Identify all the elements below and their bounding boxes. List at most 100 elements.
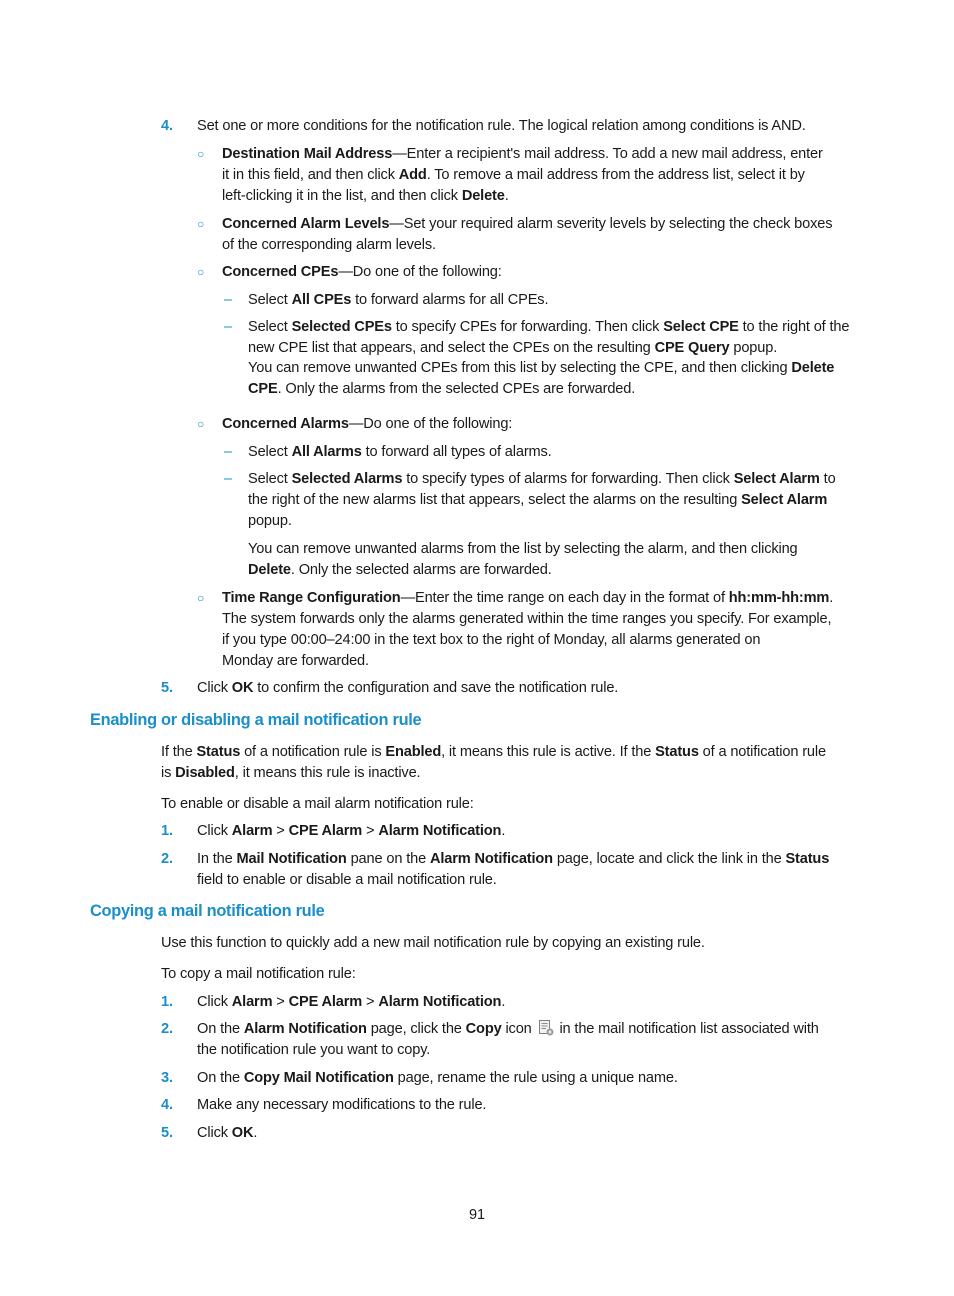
option-note-line: You can remove unwanted alarms from the … (248, 539, 798, 560)
text-run: of the corresponding alarm levels. (222, 237, 436, 253)
option-line: Select All CPEs to forward alarms for al… (248, 290, 549, 311)
text-run: to specify types of alarms for forwardin… (402, 471, 734, 487)
ui-term: Disabled (175, 765, 235, 781)
ui-term: CPE (248, 381, 278, 397)
text-run: To enable or disable a mail alarm notifi… (161, 796, 474, 812)
ui-term: Alarm (231, 823, 273, 839)
text-run: of a notification rule is (240, 744, 386, 760)
option-line: popup. (248, 511, 292, 532)
step-text: Click Alarm > CPE Alarm > Alarm Notifica… (197, 821, 505, 842)
ui-term: All Alarms (291, 444, 362, 460)
step-number: 5. (161, 1125, 173, 1141)
text-run: page, locate and click the link in the (552, 851, 786, 867)
text-run: to confirm the configuration and save th… (253, 680, 619, 696)
text-run: On the (197, 1021, 244, 1037)
text-run: to specify CPEs for forwarding. Then cli… (391, 319, 664, 335)
condition-line: Concerned Alarms—Do one of the following… (222, 414, 512, 435)
text-run: Click (197, 994, 232, 1010)
text-run: in the mail notification list associated… (555, 1021, 819, 1037)
text-run: —Enter a recipient's mail address. To ad… (392, 146, 823, 162)
text-run: to forward all types of alarms. (361, 444, 552, 460)
text-run: On the (197, 1070, 244, 1086)
text-run: the notification rule you want to copy. (197, 1042, 431, 1058)
ui-term: OK (231, 680, 254, 696)
step-number: 5. (161, 680, 173, 696)
ui-term: Alarm (231, 994, 273, 1010)
text-run: Select (248, 292, 292, 308)
section-heading: Enabling or disabling a mail notificatio… (90, 711, 422, 729)
text-run: . To remove a mail address from the addr… (426, 167, 805, 183)
bullet-circle-icon: ○ (197, 417, 205, 431)
option-line: Select Selected Alarms to specify types … (248, 469, 836, 490)
option-line: new CPE list that appears, and select th… (248, 338, 777, 359)
text-run: icon (501, 1021, 536, 1037)
text-run: > (362, 823, 379, 839)
text-run: . (501, 994, 506, 1010)
section-heading: Copying a mail notification rule (90, 902, 325, 920)
text-run: left-clicking it in the list, and then c… (222, 188, 462, 204)
step-text: Set one or more conditions for the notif… (197, 116, 806, 137)
condition-term: Concerned Alarms (222, 416, 349, 432)
text-run: > (272, 994, 289, 1010)
step-number: 2. (161, 1021, 173, 1037)
ui-term: CPE Query (654, 340, 730, 356)
condition-line: Destination Mail Address—Enter a recipie… (222, 144, 823, 165)
text-run: is (161, 765, 176, 781)
text-run: You can remove unwanted alarms from the … (248, 541, 798, 557)
text-run: popup. (729, 340, 778, 356)
ui-term: Alarm Notification (378, 823, 502, 839)
ui-term: hh:mm-hh:mm (728, 590, 830, 606)
option-line: the right of the new alarms list that ap… (248, 490, 827, 511)
text-run: to forward alarms for all CPEs. (351, 292, 549, 308)
condition-term: Concerned CPEs (222, 264, 339, 280)
bullet-circle-icon: ○ (197, 591, 205, 605)
copy-icon (538, 1020, 554, 1036)
step-text: In the Mail Notification pane on the Ala… (197, 849, 829, 870)
step-number: 3. (161, 1070, 173, 1086)
text-run: . Only the alarms from the selected CPEs… (277, 381, 636, 397)
condition-line: Concerned Alarm Levels—Set your required… (222, 214, 833, 235)
paragraph-line: To copy a mail notification rule: (161, 964, 356, 985)
ui-term: Delete (461, 188, 505, 204)
ui-term: Status (196, 744, 241, 760)
option-line: Select All Alarms to forward all types o… (248, 442, 552, 463)
text-run: > (362, 994, 379, 1010)
text-run: —Set your required alarm severity levels… (389, 216, 833, 232)
condition-line: Concerned CPEs—Do one of the following: (222, 262, 502, 283)
text-run: . (253, 1125, 258, 1141)
text-run: —Do one of the following: (338, 264, 502, 280)
text-run: , it means this rule is inactive. (234, 765, 421, 781)
ui-term: Selected CPEs (291, 319, 392, 335)
bullet-dash-icon: – (224, 444, 232, 460)
text-run: . (504, 188, 509, 204)
bullet-circle-icon: ○ (197, 147, 205, 161)
text-run: —Do one of the following: (348, 416, 513, 432)
bullet-circle-icon: ○ (197, 217, 205, 231)
text-run: if you type 00:00–24:00 in the text box … (222, 632, 761, 648)
text-run: pane on the (346, 851, 430, 867)
text-run: Select (248, 444, 292, 460)
ui-term: Copy (465, 1021, 502, 1037)
step-number: 1. (161, 823, 173, 839)
option-note-line: Delete. Only the selected alarms are for… (248, 560, 552, 581)
text-run: Make any necessary modifications to the … (197, 1097, 487, 1113)
text-run: You can remove unwanted CPEs from this l… (248, 360, 792, 376)
condition-line: left-clicking it in the list, and then c… (222, 186, 509, 207)
text-run: Monday are forwarded. (222, 653, 369, 669)
ui-term: Alarm Notification (243, 1021, 367, 1037)
step-text: Click Alarm > CPE Alarm > Alarm Notifica… (197, 992, 505, 1013)
page-number: 91 (469, 1207, 485, 1223)
ui-term: Add (398, 167, 427, 183)
text-run: If the (161, 744, 197, 760)
ui-term: Status (785, 851, 830, 867)
ui-term: Select CPE (663, 319, 739, 335)
ui-term: Delete (791, 360, 835, 376)
step-number: 4. (161, 118, 173, 134)
text-run: the right of the new alarms list that ap… (248, 492, 742, 508)
condition-line: Time Range Configuration—Enter the time … (222, 588, 833, 609)
step-text: Click OK to confirm the configuration an… (197, 678, 618, 699)
text-run: Click (197, 680, 232, 696)
ui-term: Alarm Notification (429, 851, 553, 867)
text-run: , it means this rule is active. If the (441, 744, 656, 760)
ui-term: OK (231, 1125, 254, 1141)
